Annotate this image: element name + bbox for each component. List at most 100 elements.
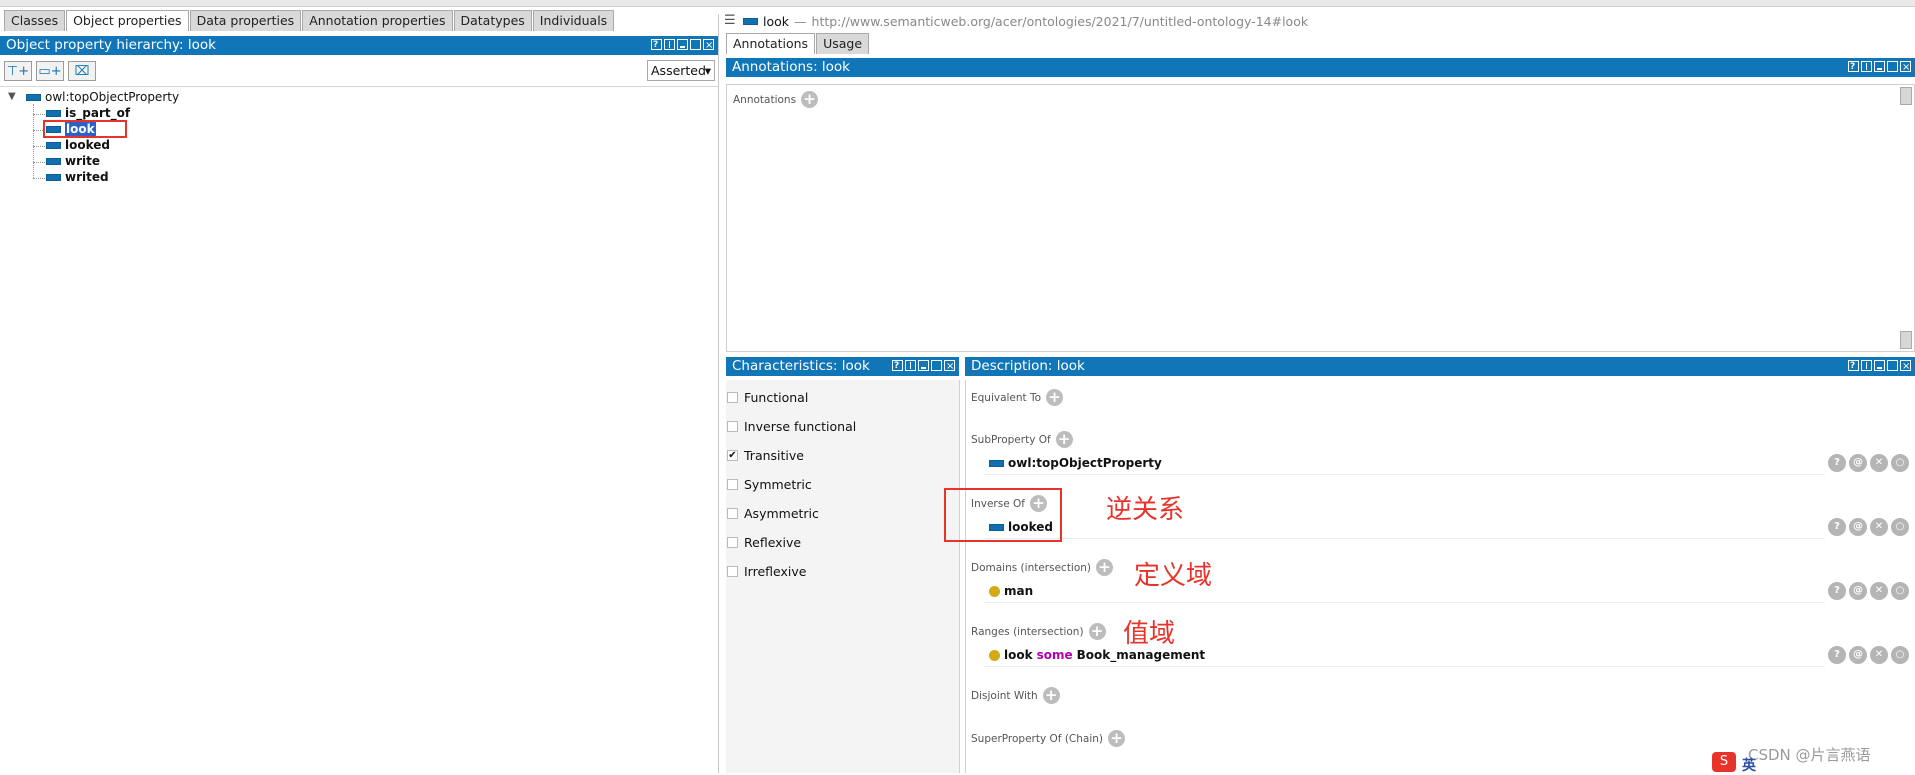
checkbox-icon[interactable]	[727, 508, 738, 519]
minimize-icon[interactable]	[1874, 61, 1885, 72]
help-icon[interactable]	[892, 357, 903, 376]
add-domain-icon[interactable]: +	[1096, 559, 1114, 576]
characteristic-irreflexive[interactable]: Irreflexive	[727, 564, 806, 579]
split-icon[interactable]	[1861, 61, 1872, 72]
menu-icon[interactable]: ☰	[724, 13, 736, 28]
description-header: Description: look	[965, 357, 1915, 376]
help-icon[interactable]	[651, 36, 662, 55]
explain-icon[interactable]: ?	[1828, 646, 1846, 664]
characteristic-symmetric[interactable]: Symmetric	[727, 477, 812, 492]
tab-object-properties[interactable]: Object properties	[66, 10, 189, 31]
close-icon[interactable]	[1900, 58, 1911, 77]
row-divider	[985, 474, 1825, 475]
characteristic-transitive[interactable]: ✔ Transitive	[727, 448, 804, 463]
annotate-icon[interactable]: @	[1849, 518, 1867, 536]
annotations-body: Annotations +	[726, 84, 1915, 352]
tab-data-properties[interactable]: Data properties	[189, 10, 302, 31]
characteristic-label: Symmetric	[744, 477, 812, 492]
row-divider	[985, 666, 1825, 667]
ranges-row: Ranges (intersection) +	[971, 623, 1106, 640]
tree-item-writed[interactable]: writed	[46, 170, 109, 185]
add-equivalent-icon[interactable]: +	[1046, 389, 1064, 406]
split-icon[interactable]	[664, 39, 675, 50]
tree-item-looked[interactable]: looked	[46, 138, 110, 153]
characteristic-functional[interactable]: Functional	[727, 390, 808, 405]
delete-icon[interactable]: ✕	[1870, 518, 1888, 536]
delete-property-button[interactable]: ⌧	[68, 61, 96, 81]
tab-datatypes[interactable]: Datatypes	[453, 10, 532, 31]
add-subproperty-of-icon[interactable]: +	[1055, 431, 1073, 448]
minimize-icon[interactable]	[918, 360, 929, 371]
help-icon[interactable]	[1848, 58, 1859, 77]
edit-icon[interactable]: ○	[1891, 646, 1909, 664]
delete-icon[interactable]: ✕	[1870, 454, 1888, 472]
close-icon[interactable]	[1900, 357, 1911, 376]
explain-icon[interactable]: ?	[1828, 518, 1846, 536]
edit-icon[interactable]: ○	[1891, 454, 1909, 472]
ime-logo-icon[interactable]: S	[1712, 752, 1736, 772]
subproperty-entry[interactable]: owl:topObjectProperty ? @ ✕ ○	[989, 454, 1909, 472]
edit-icon[interactable]: ○	[1891, 582, 1909, 600]
characteristic-label: Inverse functional	[744, 419, 857, 434]
tree-connector	[33, 162, 45, 163]
maximize-icon[interactable]	[690, 39, 701, 50]
range-class: Book_management	[1076, 648, 1206, 662]
tab-individuals[interactable]: Individuals	[532, 10, 615, 31]
scrollbar-bottom[interactable]	[1900, 331, 1912, 349]
add-annotation-icon[interactable]: +	[801, 91, 819, 108]
checkbox-icon[interactable]	[727, 392, 738, 403]
annotate-icon[interactable]: @	[1849, 454, 1867, 472]
minimize-icon[interactable]	[1874, 360, 1885, 371]
add-sibling-button[interactable]: ▭+	[36, 61, 64, 81]
split-icon[interactable]	[905, 360, 916, 371]
minimize-icon[interactable]	[677, 39, 688, 50]
explain-icon[interactable]: ?	[1828, 582, 1846, 600]
annotate-icon[interactable]: @	[1849, 582, 1867, 600]
checkbox-icon[interactable]	[727, 479, 738, 490]
checkbox-icon[interactable]	[727, 421, 738, 432]
maximize-icon[interactable]	[1887, 61, 1898, 72]
tab-annotations[interactable]: Annotations	[726, 33, 816, 54]
scrollbar-top[interactable]	[1900, 87, 1912, 105]
add-chain-icon[interactable]: +	[1108, 730, 1126, 747]
subproperty-of-label: SubProperty Of	[971, 433, 1051, 446]
object-property-icon	[46, 110, 61, 117]
range-entry[interactable]: look some Book_management ? @ ✕ ○	[989, 646, 1909, 664]
tree-expand-icon[interactable]: ▼	[8, 91, 16, 102]
tab-usage[interactable]: Usage	[816, 33, 870, 54]
characteristic-reflexive[interactable]: Reflexive	[727, 535, 801, 550]
hierarchy-mode-select[interactable]: Asserted ▾	[647, 60, 715, 81]
tab-annotation-properties[interactable]: Annotation properties	[302, 10, 453, 31]
characteristic-asymmetric[interactable]: Asymmetric	[727, 506, 819, 521]
delete-icon[interactable]: ✕	[1870, 646, 1888, 664]
split-icon[interactable]	[1861, 360, 1872, 371]
add-subproperty-button[interactable]: ⊤+	[4, 61, 32, 81]
tree-item-is-part-of[interactable]: is_part_of	[46, 106, 130, 121]
tree-connector	[33, 114, 45, 115]
annotate-icon[interactable]: @	[1849, 646, 1867, 664]
close-icon[interactable]	[703, 36, 714, 55]
explain-icon[interactable]: ?	[1828, 454, 1846, 472]
help-icon[interactable]	[1848, 357, 1859, 376]
edit-icon[interactable]: ○	[1891, 518, 1909, 536]
tree-item-write[interactable]: write	[46, 154, 100, 169]
checkbox-checked-icon[interactable]: ✔	[727, 450, 738, 461]
checkbox-icon[interactable]	[727, 566, 738, 577]
close-icon[interactable]	[944, 357, 955, 376]
delete-icon[interactable]: ✕	[1870, 582, 1888, 600]
hierarchy-header: Object property hierarchy: look	[0, 36, 718, 55]
add-range-icon[interactable]: +	[1088, 623, 1106, 640]
add-disjoint-icon[interactable]: +	[1042, 687, 1060, 704]
annotations-window-controls	[1848, 58, 1911, 77]
entry-actions: ? @ ✕ ○	[1828, 454, 1909, 472]
domain-entry[interactable]: man ? @ ✕ ○	[989, 582, 1909, 600]
tree-root[interactable]: owl:topObjectProperty	[26, 90, 179, 105]
tab-classes[interactable]: Classes	[4, 10, 66, 31]
ime-language-indicator[interactable]: 英	[1742, 755, 1756, 775]
panel-splitter[interactable]	[718, 14, 719, 773]
main-tab-bar: Classes Object properties Data propertie…	[4, 10, 615, 31]
maximize-icon[interactable]	[931, 360, 942, 371]
maximize-icon[interactable]	[1887, 360, 1898, 371]
checkbox-icon[interactable]	[727, 537, 738, 548]
characteristic-inverse-functional[interactable]: Inverse functional	[727, 419, 856, 434]
